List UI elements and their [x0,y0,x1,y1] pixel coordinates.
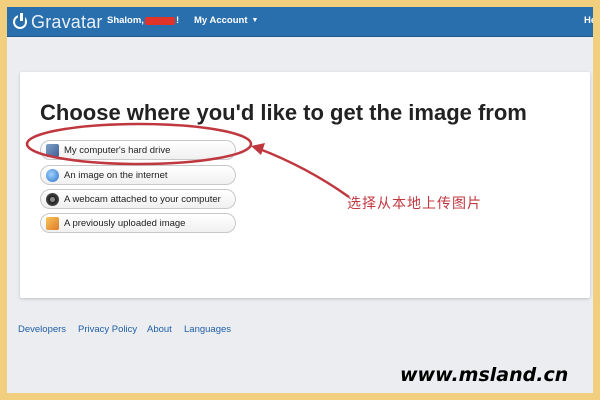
footer-link-about[interactable]: About [147,324,172,335]
annotation-text: 选择从本地上传图片 [347,195,482,211]
annotation-arrow-head [251,143,265,155]
annotation-circle [25,122,253,166]
site-watermark: www.msland.cn [400,364,569,386]
footer-link-languages[interactable]: Languages [184,324,231,335]
annotation-arrow-line [256,146,350,199]
gravatar-page: Gravatar Shalom, ! My Account ▼ He Choos… [7,7,593,393]
annotation-overlay [25,122,350,199]
footer-link-privacy[interactable]: Privacy Policy [78,324,137,335]
footer-link-developers[interactable]: Developers [18,324,66,335]
